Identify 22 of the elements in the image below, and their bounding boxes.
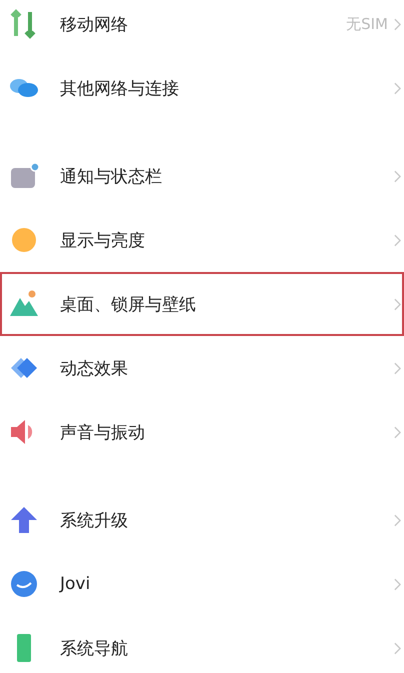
bubble-icon [8,568,40,600]
settings-row[interactable]: 显示与亮度 [0,208,404,272]
settings-row[interactable]: 其他网络与连接 [0,56,404,120]
chevron-icon [394,514,401,526]
settings-row[interactable]: 系统升级 [0,488,404,552]
chevron-icon [394,170,401,182]
settings-row[interactable]: 声音与振动 [0,400,404,464]
settings-row[interactable]: Jovi [0,552,404,616]
settings-row[interactable]: 移动网络 无SIM [0,0,404,56]
highlight-frame[interactable]: 桌面、锁屏与壁纸 [0,272,404,336]
chevron-icon [394,18,401,30]
chevron-icon [394,362,401,374]
settings-row[interactable]: 通知与状态栏 [0,144,404,208]
chevron-icon [394,426,401,438]
settings-row[interactable]: 动态效果 [0,336,404,400]
chevron-icon [394,578,401,590]
chevron-icon [394,82,401,94]
settings-row[interactable]: 系统导航 [0,616,404,673]
chevron-icon [394,234,401,246]
chevron-icon [394,298,401,310]
chevron-icon [394,642,401,654]
setting-value: 无SIM [346,14,388,34]
